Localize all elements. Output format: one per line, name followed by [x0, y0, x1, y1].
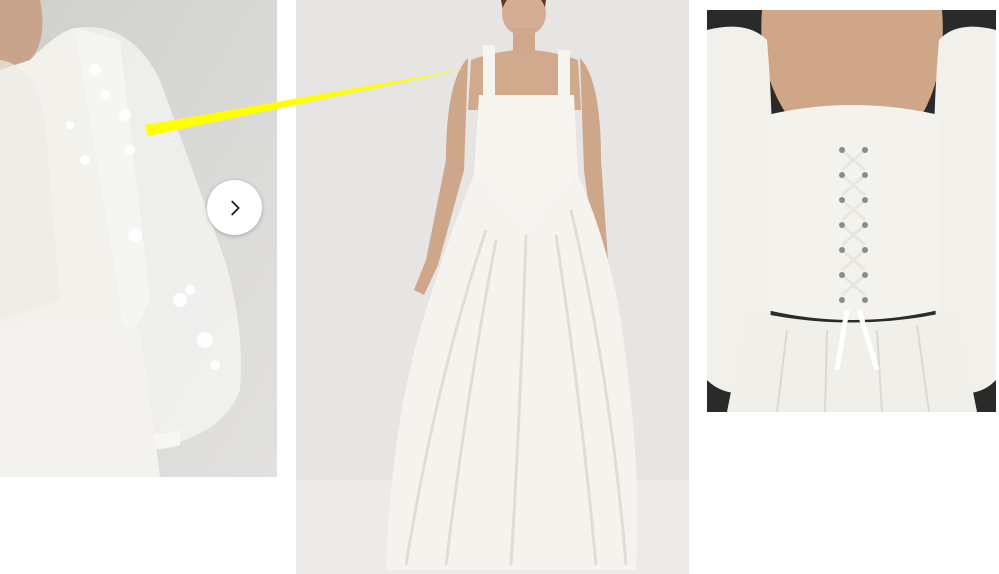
dress-front-image	[296, 0, 689, 574]
chevron-right-icon	[230, 200, 240, 215]
next-image-button[interactable]	[207, 180, 262, 235]
sleeve-detail-image	[0, 0, 277, 477]
back-lace-up-image	[707, 10, 996, 412]
